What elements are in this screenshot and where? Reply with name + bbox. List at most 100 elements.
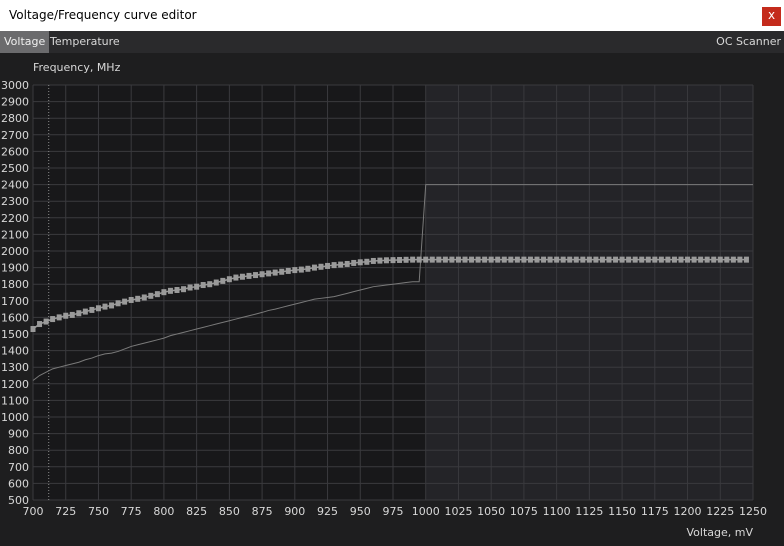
curve-point[interactable] [95,305,101,312]
curve-point[interactable] [567,256,573,263]
curve-point[interactable] [737,256,743,263]
curve-point[interactable] [233,274,239,281]
curve-point[interactable] [272,269,278,276]
curve-point[interactable] [508,256,514,263]
curve-point[interactable] [665,256,671,263]
curve-point[interactable] [743,256,749,263]
tab-voltage[interactable]: Voltage [0,31,50,53]
curve-point[interactable] [56,314,62,321]
curve-point[interactable] [148,292,154,299]
curve-point[interactable] [141,294,147,301]
curve-point[interactable] [658,256,664,263]
curve-point[interactable] [338,261,344,268]
curve-point[interactable] [174,287,180,294]
curve-point[interactable] [377,257,383,264]
curve-point[interactable] [239,273,245,280]
curve-point[interactable] [469,256,475,263]
oc-scanner-button[interactable]: OC Scanner [716,31,781,53]
curve-point[interactable] [390,257,396,264]
curve-point[interactable] [462,256,468,263]
curve-point[interactable] [253,272,259,279]
curve-point[interactable] [593,256,599,263]
curve-point[interactable] [200,282,206,289]
curve-point[interactable] [527,256,533,263]
curve-point[interactable] [730,256,736,263]
curve-point[interactable] [711,256,717,263]
curve-point[interactable] [626,256,632,263]
curve-point[interactable] [187,284,193,291]
curve-point[interactable] [423,256,429,263]
curve-point[interactable] [298,266,304,273]
curve-point[interactable] [154,291,160,298]
curve-point[interactable] [442,256,448,263]
curve-point[interactable] [213,279,219,286]
curve-point[interactable] [606,256,612,263]
curve-point[interactable] [455,256,461,263]
curve-point[interactable] [69,311,75,318]
curve-point[interactable] [449,256,455,263]
curve-point[interactable] [325,262,331,269]
curve-point[interactable] [266,270,272,277]
curve-point[interactable] [724,256,730,263]
curve-point[interactable] [586,256,592,263]
curve-point[interactable] [43,318,49,325]
curve-point[interactable] [226,276,232,283]
curve-point[interactable] [599,256,605,263]
curve-point[interactable] [671,256,677,263]
curve-point[interactable] [416,256,422,263]
curve-point[interactable] [541,256,547,263]
curve-point[interactable] [685,256,691,263]
curve-point[interactable] [351,259,357,266]
curve-point[interactable] [410,256,416,263]
close-button[interactable]: x [762,7,781,26]
curve-point[interactable] [246,272,252,279]
curve-point[interactable] [37,321,43,328]
curve-point[interactable] [704,256,710,263]
curve-point[interactable] [102,303,108,310]
curve-point[interactable] [344,260,350,267]
curve-point[interactable] [311,264,317,271]
curve-point[interactable] [429,256,435,263]
curve-point[interactable] [30,326,36,333]
curve-point[interactable] [220,277,226,284]
curve-point[interactable] [632,256,638,263]
curve-point[interactable] [63,312,69,319]
curve-point[interactable] [475,256,481,263]
curve-point[interactable] [318,263,324,270]
curve-point[interactable] [691,256,697,263]
curve-point[interactable] [717,256,723,263]
curve-point[interactable] [115,300,121,307]
curve-point[interactable] [128,296,134,303]
curve-point[interactable] [167,287,173,294]
vf-curve-chart[interactable]: 5006007008009001000110012001300140015001… [0,53,784,542]
curve-point[interactable] [109,302,115,309]
curve-point[interactable] [331,262,337,269]
curve-point[interactable] [645,256,651,263]
curve-point[interactable] [364,258,370,265]
curve-point[interactable] [259,271,265,278]
curve-point[interactable] [495,256,501,263]
curve-point[interactable] [639,256,645,263]
curve-point[interactable] [698,256,704,263]
curve-point[interactable] [181,286,187,293]
curve-point[interactable] [397,256,403,263]
curve-point[interactable] [50,316,56,323]
curve-point[interactable] [383,257,389,264]
tab-temperature[interactable]: Temperature [46,31,124,53]
curve-point[interactable] [76,310,82,317]
curve-point[interactable] [573,256,579,263]
curve-point[interactable] [161,289,167,296]
curve-point[interactable] [82,308,88,315]
curve-point[interactable] [521,256,527,263]
curve-point[interactable] [488,256,494,263]
curve-point[interactable] [285,267,291,274]
curve-point[interactable] [514,256,520,263]
curve-point[interactable] [207,281,213,288]
curve-point[interactable] [436,256,442,263]
curve-point[interactable] [619,256,625,263]
curve-point[interactable] [554,256,560,263]
curve-point[interactable] [652,256,658,263]
curve-point[interactable] [89,306,95,313]
curve-point[interactable] [547,256,553,263]
curve-point[interactable] [305,265,311,272]
